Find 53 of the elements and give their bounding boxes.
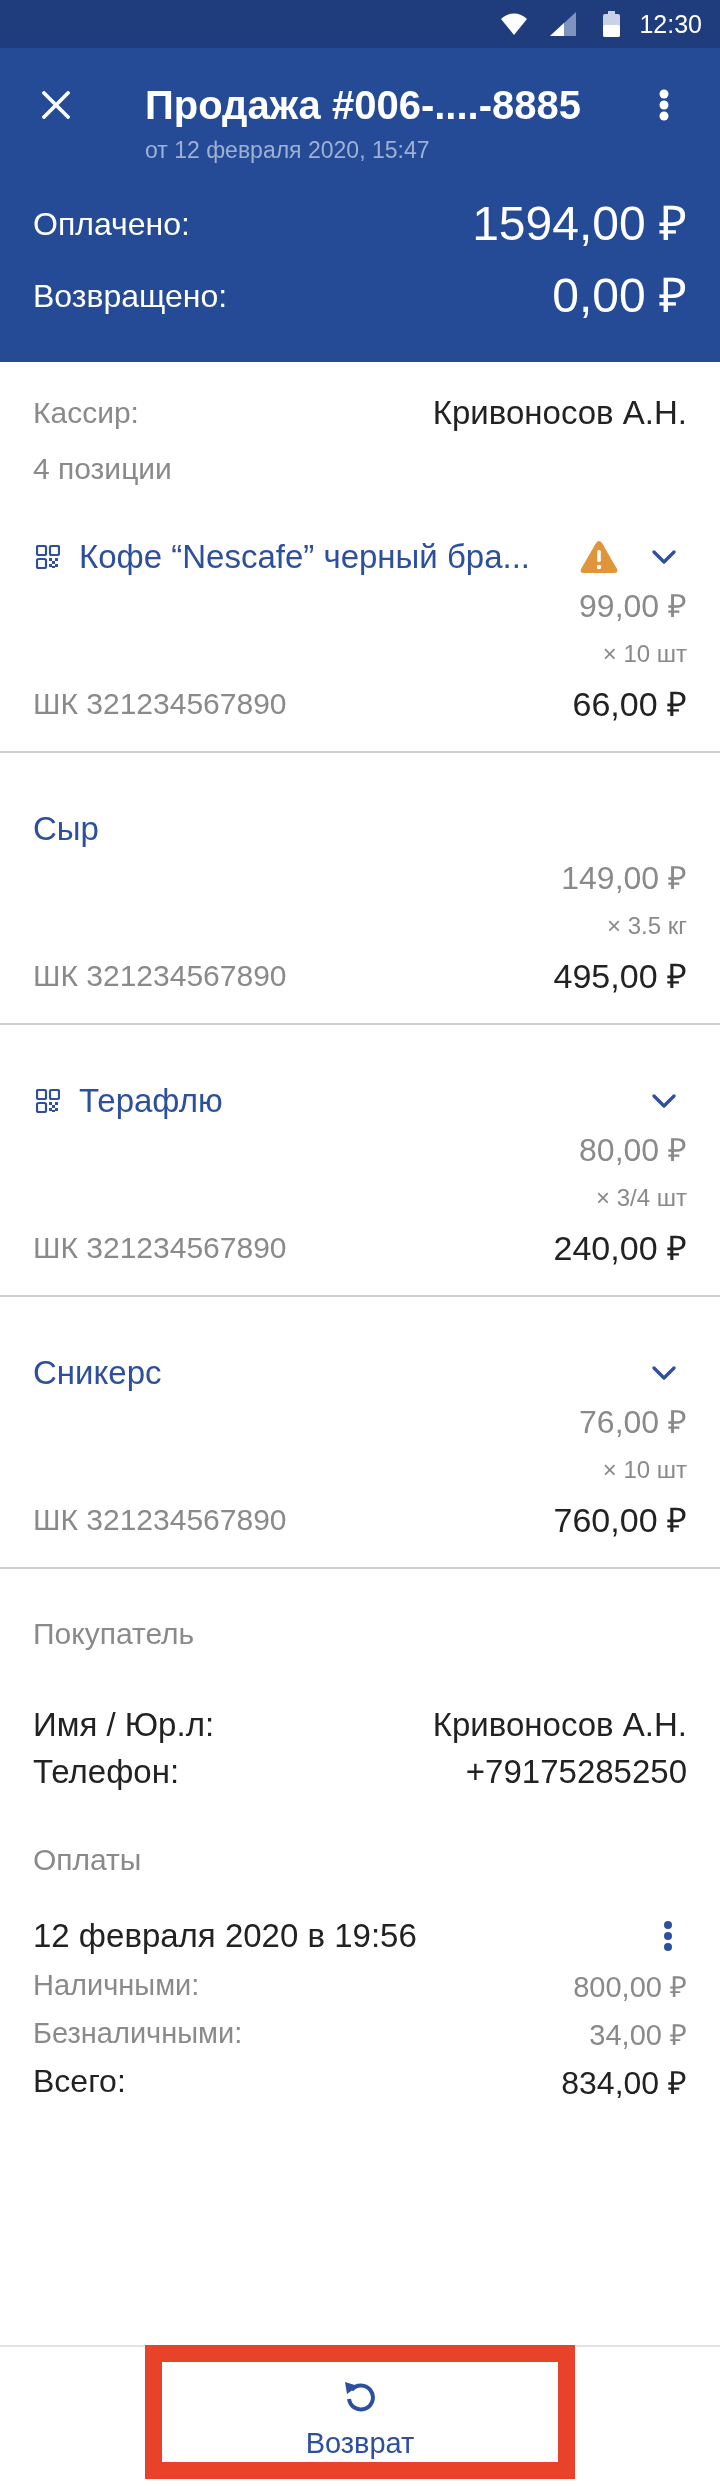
quantity: × 3/4 шт xyxy=(596,1183,687,1213)
payment-value: 800,00 ₽ xyxy=(573,1969,687,2005)
payment-label: Всего: xyxy=(33,2062,126,2100)
section-title: Оплаты xyxy=(33,1842,142,1878)
barcode: ШК 321234567890 xyxy=(33,686,287,722)
more-icon[interactable] xyxy=(663,1920,673,1952)
positions-count: 4 позиции xyxy=(33,451,172,487)
wifi-icon xyxy=(501,13,528,35)
field-value: +79175285250 xyxy=(465,1751,687,1792)
more-icon[interactable] xyxy=(659,89,669,121)
item-name[interactable]: Сыр xyxy=(33,807,99,851)
field-value: Кривоносов А.Н. xyxy=(432,1704,687,1745)
payment-date: 12 февраля 2020 в 19:56 xyxy=(33,1916,417,1956)
total-label: Оплачено: xyxy=(33,205,190,243)
barcode: ШК 321234567890 xyxy=(33,1230,287,1266)
signal-icon xyxy=(550,12,577,36)
quantity: × 3.5 кг xyxy=(607,911,687,941)
chevron-down-icon[interactable] xyxy=(652,1366,676,1380)
cashier-label: Кассир: xyxy=(33,395,139,431)
payment-value: 34,00 ₽ xyxy=(589,2017,687,2053)
cashier-name: Кривоносов А.Н. xyxy=(432,393,687,433)
page-title: Продажа #006-....-8885 xyxy=(145,82,581,128)
payment-label: Безналичными: xyxy=(33,2016,243,2050)
barcode: ШК 321234567890 xyxy=(33,1502,287,1538)
status-time: 12:30 xyxy=(639,9,702,39)
item-total: 760,00 ₽ xyxy=(553,1500,687,1541)
payment-value: 834,00 ₽ xyxy=(561,2063,687,2103)
item-total: 66,00 ₽ xyxy=(572,684,687,725)
item-total: 495,00 ₽ xyxy=(553,956,687,997)
chevron-down-icon[interactable] xyxy=(652,1094,676,1108)
item-name[interactable]: Сникерс xyxy=(33,1351,162,1395)
total-value: 1594,00 ₽ xyxy=(472,196,687,252)
item-name[interactable]: Кофе “Nescafe” черный бра... xyxy=(79,535,530,579)
quantity: × 10 шт xyxy=(602,639,687,669)
payment-label: Наличными: xyxy=(33,1968,200,2002)
item-total: 240,00 ₽ xyxy=(553,1228,687,1269)
unit-price: 149,00 ₽ xyxy=(561,859,687,898)
circular-arrow-icon xyxy=(344,2380,376,2412)
battery-icon xyxy=(603,11,621,37)
section-title: Покупатель xyxy=(33,1616,195,1652)
unit-price: 76,00 ₽ xyxy=(579,1403,687,1442)
field-label: Телефон: xyxy=(33,1751,180,1792)
item-name[interactable]: Терафлю xyxy=(79,1079,223,1123)
total-value: 0,00 ₽ xyxy=(552,268,687,324)
quantity: × 10 шт xyxy=(602,1455,687,1485)
unit-price: 80,00 ₽ xyxy=(579,1131,687,1170)
total-label: Возвращено: xyxy=(33,277,228,315)
barcode: ШК 321234567890 xyxy=(33,958,287,994)
field-label: Имя / Юр.л: xyxy=(33,1704,215,1745)
close-icon[interactable] xyxy=(42,91,70,119)
unit-price: 99,00 ₽ xyxy=(579,587,687,626)
page-subtitle: от 12 февраля 2020, 15:47 xyxy=(145,136,430,165)
chevron-down-icon[interactable] xyxy=(652,550,676,564)
